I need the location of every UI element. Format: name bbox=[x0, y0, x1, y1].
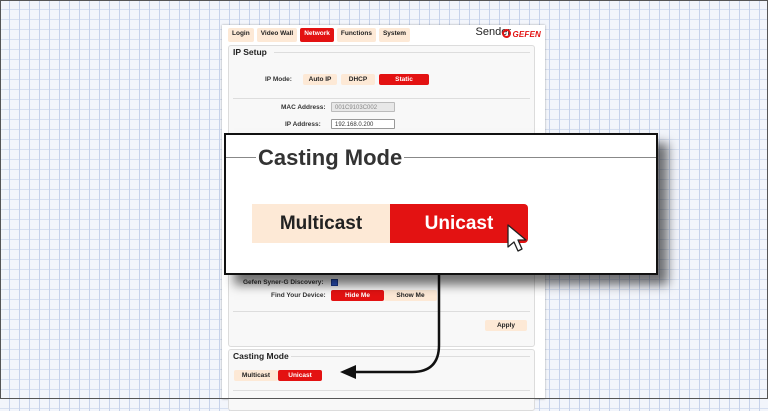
callout-multicast-button[interactable]: Multicast bbox=[252, 204, 390, 243]
arrow-head-icon bbox=[340, 365, 356, 379]
arrow-line bbox=[352, 268, 441, 374]
callout-title: Casting Mode bbox=[256, 145, 405, 171]
casting-mode-callout: Casting Mode Multicast Unicast bbox=[224, 133, 658, 275]
mouse-cursor-icon bbox=[507, 224, 527, 252]
